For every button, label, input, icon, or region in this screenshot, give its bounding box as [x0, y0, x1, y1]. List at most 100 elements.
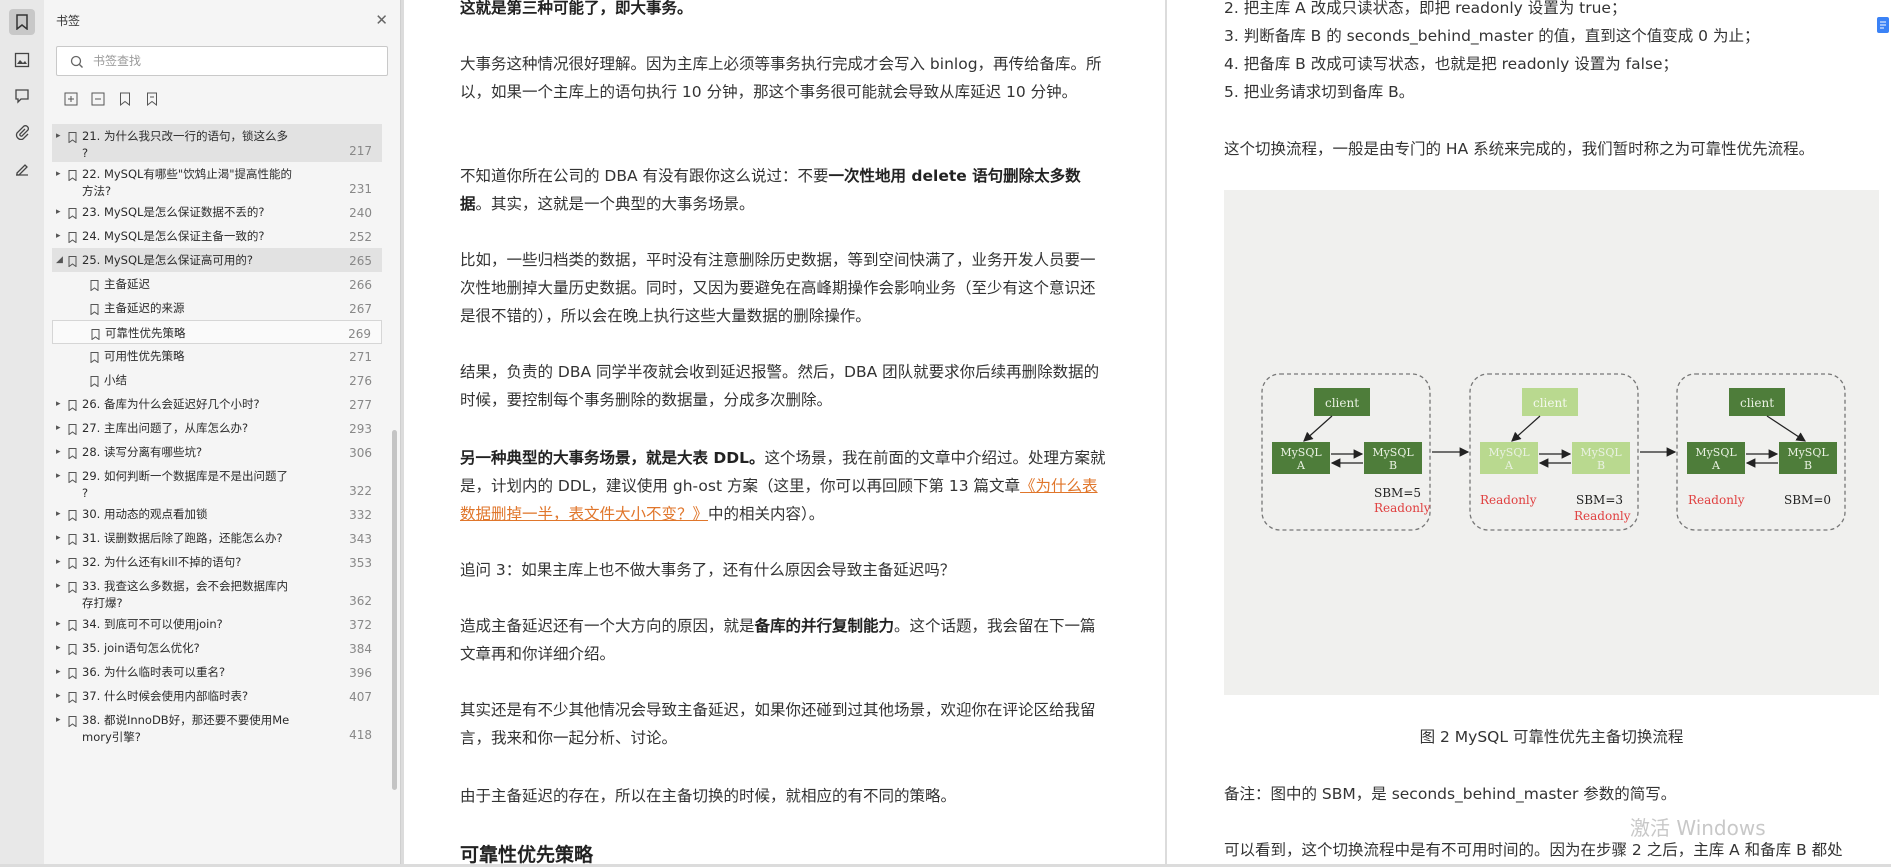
expand-arrow-icon[interactable]: ▸ — [56, 557, 61, 567]
mysql-b-label: MySQL — [1580, 446, 1622, 459]
bookmark-label: 30. 用动态的观点看加锁 — [82, 507, 208, 521]
bookmark-label: 可靠性优先策略 — [105, 326, 186, 340]
image-icon[interactable] — [9, 47, 35, 73]
bookmark-page-number: 407 — [349, 690, 372, 704]
mysql-a-label: MySQL — [1695, 446, 1737, 459]
bookmark-label: 22. MySQL有哪些"饮鸩止渴"提高性能的 方法? — [82, 167, 293, 198]
bookmark-icon — [90, 376, 99, 387]
expand-arrow-icon[interactable]: ▸ — [56, 447, 61, 457]
readonly-label: Readonly — [1374, 501, 1431, 515]
close-icon[interactable]: ✕ — [375, 11, 388, 29]
bookmark-item[interactable]: ▸ 31. 误删数据后除了跑路，还能怎么办? 343 — [52, 526, 382, 550]
list-item: 2. 把主库 A 改成只读状态，即把 readonly 设置为 true； — [1224, 0, 1627, 17]
bookmark-item[interactable]: ▸ 24. MySQL是怎么保证主备一致的? 252 — [52, 224, 382, 248]
bookmark-page-number: 217 — [349, 144, 372, 158]
bookmark-icon — [91, 329, 100, 340]
expand-arrow-icon[interactable]: ▸ — [56, 169, 61, 179]
attachment-icon[interactable] — [9, 119, 35, 145]
paragraph: 这就是第三种可能了，即大事务。 — [460, 0, 693, 17]
bookmark-item[interactable]: ▸ 35. join语句怎么优化? 384 — [52, 636, 382, 660]
bookmark-label: 26. 备库为什么会延迟好几个小时? — [82, 397, 260, 411]
expand-arrow-icon[interactable]: ▸ — [56, 619, 61, 629]
left-icon-rail — [0, 0, 45, 864]
bookmark-subitem[interactable]: 小结 276 — [52, 368, 382, 392]
bookmark-page-number: 332 — [349, 508, 372, 522]
bookmark-page-number: 252 — [349, 230, 372, 244]
comment-icon[interactable] — [9, 83, 35, 109]
bookmark-item[interactable]: ▸ 30. 用动态的观点看加锁 332 — [52, 502, 382, 526]
bookmark-label: 32. 为什么还有kill不掉的语句? — [82, 555, 242, 569]
search-icon — [70, 54, 84, 73]
expand-arrow-icon[interactable]: ▸ — [56, 533, 61, 543]
bookmark-subitem[interactable]: 主备延迟的来源 267 — [52, 296, 382, 320]
paragraph: 这个切换流程，一般是由专门的 HA 系统来完成的，我们暂时称之为可靠性优先流程。 — [1224, 140, 1815, 158]
bookmark-item[interactable]: ▸ 21. 为什么我只改一行的语句，锁这么多 ? 217 — [52, 124, 382, 162]
readonly-label: Readonly — [1480, 493, 1537, 507]
bookmark-item[interactable]: ▸ 32. 为什么还有kill不掉的语句? 353 — [52, 550, 382, 574]
bookmark-page-number: 372 — [349, 618, 372, 632]
bookmark-icon — [90, 304, 99, 315]
expand-arrow-icon[interactable]: ▸ — [56, 399, 61, 409]
bookmark-item[interactable]: ▸ 38. 都说InnoDB好，那还要不要使用Me mory引擎? 418 — [52, 708, 382, 746]
bookmark-label: 21. 为什么我只改一行的语句，锁这么多 ? — [82, 129, 288, 160]
mysql-a-label: MySQL — [1488, 446, 1530, 459]
section-heading: 可靠性优先策略 — [460, 844, 594, 866]
bookmark-icon[interactable] — [143, 90, 161, 108]
bookmark-icon — [68, 582, 77, 593]
floating-tool-icon[interactable] — [1875, 16, 1891, 34]
mysql-b-label: B — [1804, 459, 1812, 472]
bookmark-subitem[interactable]: 可用性优先策略 271 — [52, 344, 382, 368]
add-bookmark-icon[interactable] — [116, 90, 134, 108]
expand-arrow-icon[interactable]: ▸ — [56, 643, 61, 653]
expand-arrow-icon[interactable]: ▸ — [56, 471, 61, 481]
bookmark-item[interactable]: ▸ 22. MySQL有哪些"饮鸩止渴"提高性能的 方法? 231 — [52, 162, 382, 200]
bookmark-item[interactable]: ▸ 34. 到底可不可以使用join? 372 — [52, 612, 382, 636]
expand-all-icon[interactable] — [62, 90, 80, 108]
expand-arrow-icon[interactable]: ▸ — [56, 131, 61, 141]
bookmark-item[interactable]: ▸ 37. 什么时候会使用内部临时表? 407 — [52, 684, 382, 708]
expand-arrow-icon[interactable]: ▸ — [56, 509, 61, 519]
expand-arrow-icon[interactable]: ▸ — [56, 691, 61, 701]
bookmark-subitem[interactable]: 可靠性优先策略 269 — [52, 320, 382, 344]
bookmark-icon — [68, 400, 77, 411]
expand-arrow-icon[interactable]: ▸ — [56, 207, 61, 217]
bookmark-icon — [68, 208, 77, 219]
mysql-b-label: MySQL — [1787, 446, 1829, 459]
bookmark-search-input[interactable] — [93, 47, 373, 75]
bookmark-page-number: 396 — [349, 666, 372, 680]
bookmark-subitem[interactable]: 主备延迟 266 — [52, 272, 382, 296]
request-arrow — [1511, 415, 1541, 442]
collapse-all-icon[interactable] — [89, 90, 107, 108]
mysql-b-label: B — [1389, 459, 1397, 472]
bookmark-item[interactable]: ▸ 29. 如何判断一个数据库是不是出问题了 ? 322 — [52, 464, 382, 502]
expand-arrow-icon[interactable]: ▸ — [56, 423, 61, 433]
bookmark-label: 29. 如何判断一个数据库是不是出问题了 ? — [82, 469, 288, 500]
bookmark-icon[interactable] — [9, 9, 35, 35]
bookmark-item[interactable]: ▸ 28. 读写分离有哪些坑? 306 — [52, 440, 382, 464]
expand-arrow-icon[interactable]: ▸ — [56, 231, 61, 241]
request-arrow — [1766, 415, 1807, 442]
signature-icon[interactable] — [9, 155, 35, 181]
switchover-diagram: client MySQL A MySQL Bclient MySQL A MySQL Bclie… — [1224, 190, 1879, 695]
collapse-arrow-icon[interactable]: ◢ — [56, 255, 63, 265]
bookmark-item[interactable]: ▸ 26. 备库为什么会延迟好几个小时? 277 — [52, 392, 382, 416]
expand-arrow-icon[interactable]: ▸ — [56, 667, 61, 677]
bookmark-item[interactable]: ▸ 36. 为什么临时表可以重名? 396 — [52, 660, 382, 684]
panel-scrollbar[interactable] — [392, 430, 397, 790]
list-item: 3. 判断备库 B 的 seconds_behind_master 的值，直到这… — [1224, 27, 1760, 45]
bookmark-page-number: 343 — [349, 532, 372, 546]
bookmark-item[interactable]: ▸ 23. MySQL是怎么保证数据不丢的? 240 — [52, 200, 382, 224]
paragraph: 追问 3：如果主库上也不做大事务了，还有什么原因会导致主备延迟吗？ — [460, 561, 956, 579]
panel-title: 书签 — [56, 14, 81, 28]
bookmark-item[interactable]: ◢ 25. MySQL是怎么保证高可用的? 265 — [52, 248, 382, 272]
bookmark-item[interactable]: ▸ 33. 我查这么多数据，会不会把数据库内 存打爆? 362 — [52, 574, 382, 612]
paragraph: 另一种典型的大事务场景，就是大表 DDL。这个场景，我在前面的文章中介绍过。处理… — [460, 449, 1106, 523]
expand-arrow-icon[interactable]: ▸ — [56, 581, 61, 591]
bookmark-page-number: 293 — [349, 422, 372, 436]
list-item: 5. 把业务请求切到备库 B。 — [1224, 83, 1415, 101]
sbm-label: SBM=5 — [1374, 486, 1421, 500]
expand-arrow-icon[interactable]: ▸ — [56, 715, 61, 725]
bookmark-icon — [68, 256, 77, 267]
bookmark-icon — [68, 692, 77, 703]
bookmark-item[interactable]: ▸ 27. 主库出问题了，从库怎么办? 293 — [52, 416, 382, 440]
